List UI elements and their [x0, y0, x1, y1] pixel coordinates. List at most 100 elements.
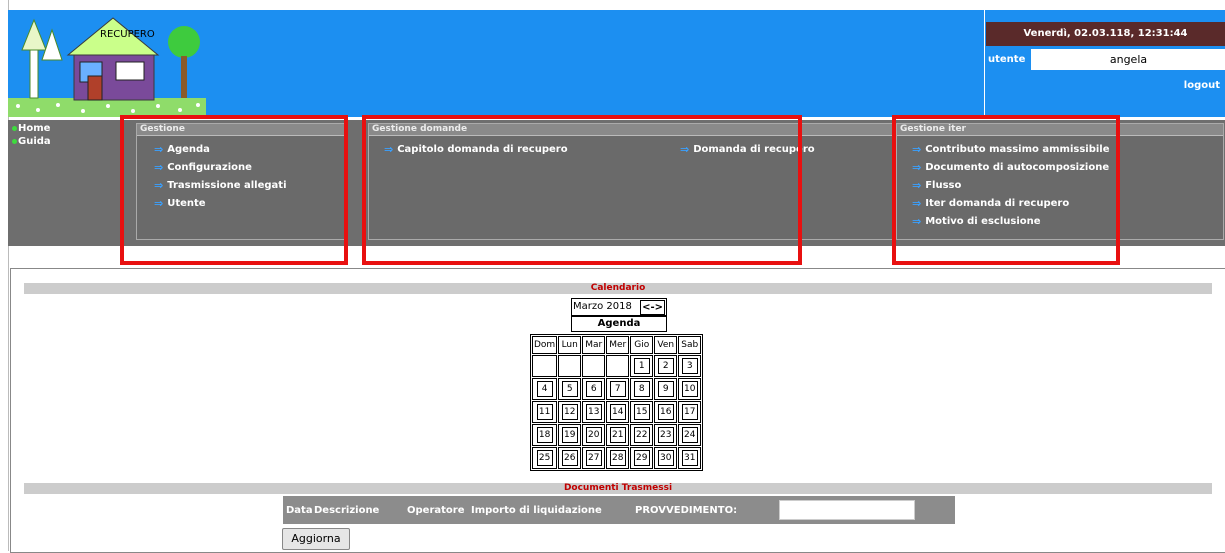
calendar-section-title: Calendario — [24, 283, 1212, 294]
calendar-day-number: 15 — [633, 404, 650, 420]
calendar-day-number: 31 — [681, 450, 698, 466]
weekday-header: Gio — [630, 336, 654, 354]
calendar-day[interactable]: 30 — [654, 447, 678, 469]
provvedimento-input[interactable] — [779, 500, 915, 520]
calendar-day[interactable]: 25 — [532, 447, 558, 469]
weekday-header: Mer — [606, 336, 630, 354]
calendar-day[interactable]: 24 — [678, 424, 702, 446]
calendar-day[interactable]: 27 — [582, 447, 606, 469]
calendar-day[interactable]: 11 — [532, 401, 558, 423]
calendar-day-number: 28 — [609, 450, 626, 466]
calendar-day[interactable]: 1 — [630, 355, 654, 377]
calendar-day-number: 21 — [609, 427, 626, 443]
calendar-day[interactable]: 9 — [654, 378, 678, 400]
calendar-week: 25 26 27 28 29 30 31 — [532, 447, 702, 469]
calendar-day[interactable]: 16 — [654, 401, 678, 423]
calendar-day[interactable]: 29 — [630, 447, 654, 469]
calendar-day-number: 10 — [681, 381, 698, 397]
calendar-day-number: 22 — [633, 427, 650, 443]
aggiorna-button[interactable]: Aggiorna — [282, 528, 350, 550]
calendar-day[interactable]: 4 — [532, 378, 558, 400]
column-importo: Importo di liquidazione — [471, 505, 602, 516]
column-provvedimento: PROVVEDIMENTO: — [635, 505, 738, 516]
calendar-empty-cell — [558, 355, 582, 377]
calendar-day[interactable]: 2 — [654, 355, 678, 377]
calendar-day[interactable]: 18 — [532, 424, 558, 446]
calendar-day[interactable]: 19 — [558, 424, 582, 446]
calendar-day[interactable]: 17 — [678, 401, 702, 423]
month-nav-button[interactable]: <-> — [640, 300, 665, 315]
calendar-day[interactable]: 7 — [606, 378, 630, 400]
weekday-header: Mar — [582, 336, 606, 354]
documents-section-title: Documenti Trasmessi — [24, 483, 1212, 494]
user-label: utente — [986, 49, 1031, 70]
calendar-day[interactable]: 10 — [678, 378, 702, 400]
calendar-empty-cell — [606, 355, 630, 377]
agenda-link[interactable]: Agenda — [571, 316, 667, 332]
weekday-header: Lun — [558, 336, 582, 354]
calendar-day[interactable]: 15 — [630, 401, 654, 423]
calendar-day-number: 7 — [609, 381, 626, 397]
calendar-day[interactable]: 5 — [558, 378, 582, 400]
user-name: angela — [1109, 53, 1148, 66]
calendar-day-number: 30 — [657, 450, 674, 466]
calendar-day[interactable]: 6 — [582, 378, 606, 400]
weekday-header: Dom — [532, 336, 558, 354]
documents-header: Data Descrizione Operatore Importo di li… — [283, 496, 955, 524]
calendar-day-number: 20 — [585, 427, 602, 443]
calendar-day-number: 26 — [561, 450, 578, 466]
sidebar-item-home[interactable]: Home — [12, 122, 51, 135]
calendar-day[interactable]: 28 — [606, 447, 630, 469]
calendar-empty-cell — [582, 355, 606, 377]
user-row: utente angela — [986, 49, 1225, 70]
calendar-day[interactable]: 31 — [678, 447, 702, 469]
calendar-day[interactable]: 20 — [582, 424, 606, 446]
calendar-day-number: 13 — [585, 404, 602, 420]
calendar-day[interactable]: 12 — [558, 401, 582, 423]
calendar-day-number: 6 — [585, 381, 602, 397]
calendar-day[interactable]: 13 — [582, 401, 606, 423]
calendar-day-number: 24 — [681, 427, 698, 443]
calendar-day-number: 18 — [536, 427, 553, 443]
calendar-day-number: 11 — [536, 404, 553, 420]
calendar-day-number: 23 — [657, 427, 674, 443]
highlight-box-iter — [892, 115, 1120, 265]
calendar-day-number: 4 — [536, 381, 553, 397]
calendar-day-number: 29 — [633, 450, 650, 466]
month-label: Marzo 2018 — [573, 301, 632, 312]
calendar-day-number: 17 — [681, 404, 698, 420]
weekday-header: Ven — [654, 336, 678, 354]
calendar-day-number: 27 — [585, 450, 602, 466]
calendar-day[interactable]: 26 — [558, 447, 582, 469]
calendar-day[interactable]: 22 — [630, 424, 654, 446]
calendar-day-number: 2 — [657, 358, 674, 374]
datetime-display: Venerdì, 02.03.118, 12:31:44 — [986, 22, 1225, 46]
calendar-day[interactable]: 21 — [606, 424, 630, 446]
column-data: Data — [286, 505, 313, 516]
bullet-icon — [12, 126, 17, 131]
weekday-header: Sab — [678, 336, 702, 354]
calendar-day-number: 8 — [633, 381, 650, 397]
month-selector: Marzo 2018 <-> — [571, 298, 667, 316]
logo-text: RECUPERO — [100, 29, 155, 40]
calendar-week: 123 — [532, 355, 702, 377]
sidebar-item-label: Guida — [18, 136, 51, 147]
calendar-empty-cell — [532, 355, 558, 377]
calendar-day-number: 3 — [681, 358, 698, 374]
sidebar-item-label: Home — [18, 123, 51, 134]
calendar-day[interactable]: 23 — [654, 424, 678, 446]
side-links: Home Guida — [12, 122, 51, 148]
logout-link[interactable]: logout — [1184, 80, 1220, 91]
calendar-grid: Dom Lun Mar Mer Gio Ven Sab 1 2 3 4 5 6 7 8 9 10 11 12 13 1… — [530, 334, 704, 471]
calendar-day-number: 14 — [609, 404, 626, 420]
calendar-day-number: 16 — [657, 404, 674, 420]
calendar-day-number: 19 — [561, 427, 578, 443]
calendar-day-number: 12 — [561, 404, 578, 420]
calendar-day[interactable]: 8 — [630, 378, 654, 400]
calendar-day[interactable]: 14 — [606, 401, 630, 423]
sidebar-item-guida[interactable]: Guida — [12, 135, 51, 148]
bullet-icon — [12, 139, 17, 144]
calendar-day[interactable]: 3 — [678, 355, 702, 377]
calendar-week: 11 12 13 14 15 16 17 — [532, 401, 702, 423]
column-descrizione: Descrizione — [314, 505, 380, 516]
